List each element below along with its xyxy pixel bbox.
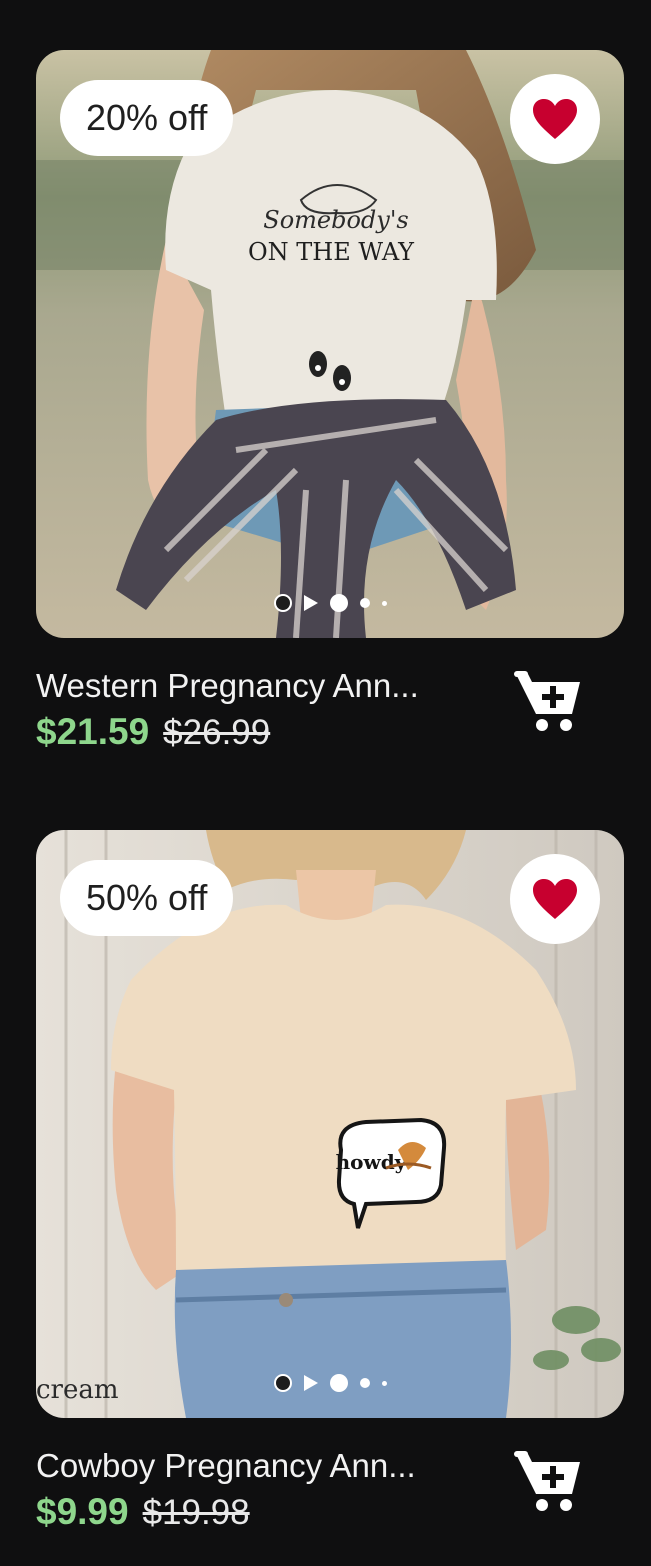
add-to-cart-button[interactable]	[514, 1448, 584, 1514]
sale-price: $9.99	[36, 1491, 129, 1532]
carousel-indicator[interactable]	[36, 1372, 624, 1394]
add-to-cart-icon	[514, 671, 580, 731]
product-card[interactable]: Somebody's ON THE WAY 20% off Western Pr…	[36, 50, 624, 758]
favorite-button[interactable]	[510, 74, 600, 164]
carousel-dot[interactable]	[381, 600, 387, 606]
favorite-button[interactable]	[510, 854, 600, 944]
price-row: $9.99 $19.98	[36, 1490, 250, 1534]
product-title[interactable]: Cowboy Pregnancy Ann...	[36, 1446, 486, 1486]
product-image-carousel[interactable]: Somebody's ON THE WAY 20% off	[36, 50, 624, 638]
heart-icon	[533, 99, 577, 139]
original-price: $19.98	[142, 1493, 250, 1532]
carousel-dot[interactable]	[329, 594, 348, 612]
discount-badge: 20% off	[60, 80, 234, 156]
carousel-dot[interactable]	[359, 1378, 370, 1388]
add-to-cart-icon	[514, 1451, 580, 1511]
product-card[interactable]: howdy cream 50% off Cowboy Pregnancy Ann…	[36, 830, 624, 1538]
play-icon[interactable]	[303, 1375, 318, 1391]
heart-icon	[533, 879, 577, 919]
product-info: Cowboy Pregnancy Ann... $9.99 $19.98	[36, 1418, 624, 1538]
carousel-dot-active[interactable]	[273, 594, 292, 612]
svg-text:howdy: howdy	[336, 1150, 408, 1174]
carousel-dot[interactable]	[381, 1380, 387, 1386]
original-price: $26.99	[163, 713, 271, 752]
discount-badge: 50% off	[60, 860, 234, 936]
svg-text:ON THE WAY: ON THE WAY	[248, 238, 415, 266]
product-feed: Somebody's ON THE WAY 20% off Western Pr…	[0, 0, 651, 1566]
svg-text:Somebody's: Somebody's	[263, 206, 409, 234]
product-title[interactable]: Western Pregnancy Ann...	[36, 666, 486, 706]
carousel-dot-active[interactable]	[273, 1374, 292, 1392]
add-to-cart-button[interactable]	[514, 668, 584, 734]
carousel-indicator[interactable]	[36, 592, 624, 614]
product-image-carousel[interactable]: howdy cream 50% off	[36, 830, 624, 1418]
carousel-dot[interactable]	[359, 598, 370, 608]
product-info: Western Pregnancy Ann... $21.59 $26.99	[36, 638, 624, 758]
sale-price: $21.59	[36, 711, 150, 752]
price-row: $21.59 $26.99	[36, 710, 270, 754]
play-icon[interactable]	[303, 595, 318, 611]
carousel-dot[interactable]	[329, 1374, 348, 1392]
